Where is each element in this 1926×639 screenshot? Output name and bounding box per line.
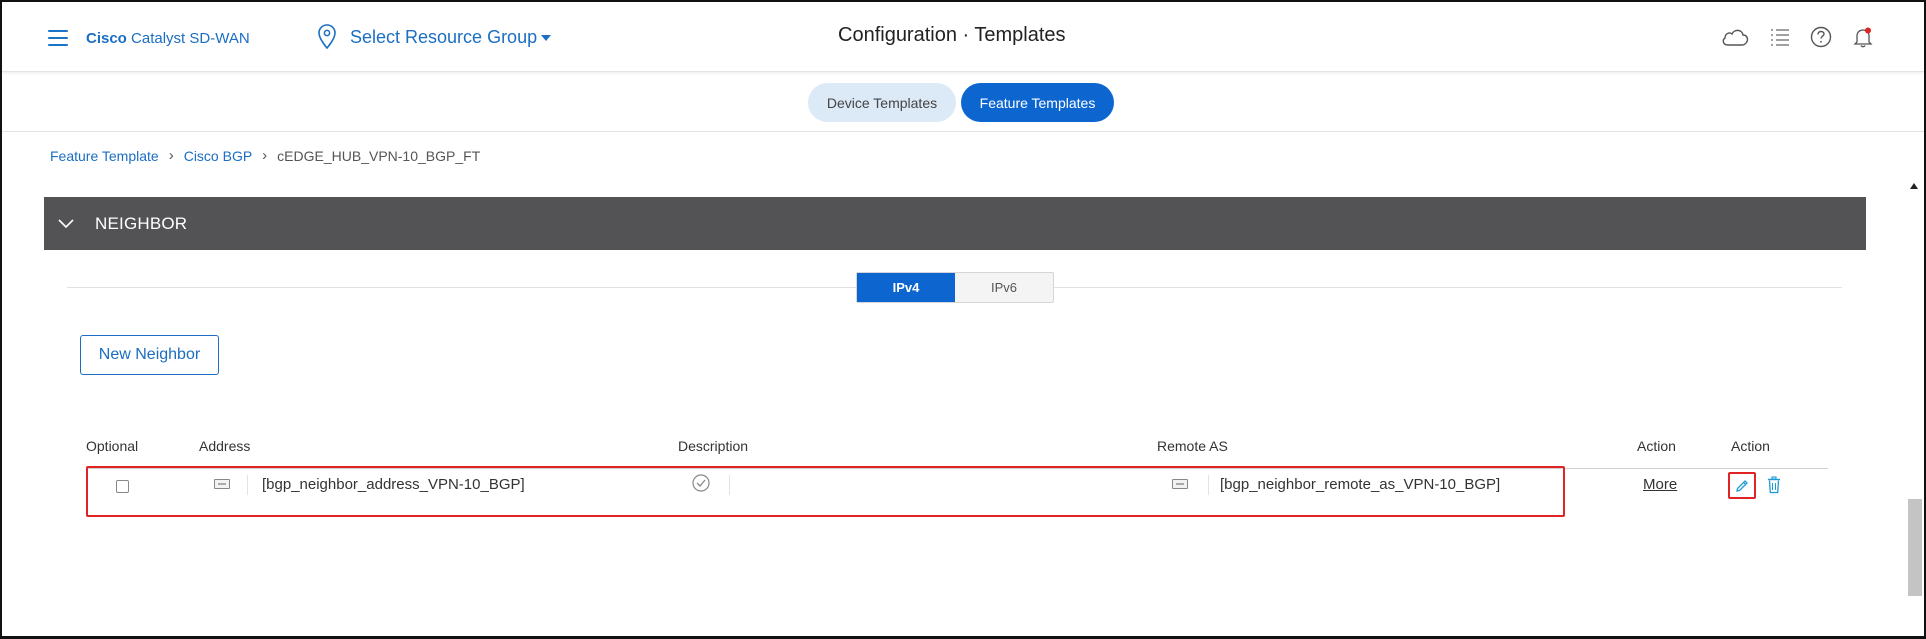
breadcrumb-cisco-bgp[interactable]: Cisco BGP [184, 148, 252, 164]
column-header-remote-as: Remote AS [1157, 438, 1228, 454]
column-header-action-icons: Action [1731, 438, 1770, 454]
remote-as-value: [bgp_neighbor_remote_as_VPN-10_BGP] [1220, 476, 1501, 493]
vertical-scrollbar[interactable] [1906, 183, 1922, 636]
chevron-right-icon: › [168, 147, 174, 164]
ipv6-toggle-button[interactable]: IPv6 [955, 273, 1053, 302]
section-title: NEIGHBOR [95, 213, 188, 233]
bell-icon[interactable] [1852, 26, 1874, 48]
neighbor-section-header[interactable]: NEIGHBOR [44, 197, 1866, 250]
more-link[interactable]: More [1643, 476, 1677, 493]
table-row: [bgp_neighbor_address_VPN-10_BGP] [bgp_n… [2, 468, 1924, 514]
cell-divider [1208, 475, 1209, 495]
list-icon[interactable] [1770, 28, 1790, 46]
help-icon[interactable] [1810, 26, 1832, 48]
neighbor-table-header: Optional Address Description Remote AS A… [2, 438, 1924, 468]
brand-name-bold: Cisco [86, 30, 127, 47]
cloud-icon[interactable] [1720, 27, 1750, 47]
default-value-check-icon[interactable] [692, 474, 710, 492]
tab-feature-templates[interactable]: Feature Templates [961, 83, 1114, 122]
chevron-right-icon: › [262, 147, 268, 164]
caret-down-icon [541, 35, 552, 41]
cell-divider [247, 475, 248, 495]
device-specific-field-icon[interactable] [214, 479, 230, 489]
location-pin-icon [318, 24, 336, 50]
ipv4-toggle-button[interactable]: IPv4 [857, 273, 955, 302]
column-header-description: Description [678, 438, 749, 454]
breadcrumb-current: cEDGE_HUB_VPN-10_BGP_FT [277, 147, 481, 164]
resource-group-selector[interactable]: Select Resource Group [316, 22, 552, 52]
hamburger-menu-icon[interactable] [48, 30, 68, 46]
trash-icon[interactable] [1767, 476, 1781, 494]
optional-checkbox[interactable] [116, 480, 129, 493]
breadcrumb-feature-template[interactable]: Feature Template [50, 148, 159, 164]
ip-version-toggle: IPv4 IPv6 [856, 272, 1054, 303]
brand-name-rest: Catalyst SD-WAN [126, 30, 250, 47]
address-value: [bgp_neighbor_address_VPN-10_BGP] [262, 476, 525, 493]
cell-divider [729, 475, 730, 495]
device-specific-field-icon[interactable] [1172, 479, 1188, 489]
column-header-optional: Optional [86, 438, 139, 454]
scroll-up-arrow-icon[interactable] [1910, 183, 1918, 189]
breadcrumb: Feature Template › Cisco BGP › cEDGE_HUB… [50, 147, 480, 164]
app-window: Cisco Catalyst SD-WAN Select Resource Gr… [0, 0, 1926, 639]
scrollbar-thumb[interactable] [1908, 499, 1922, 596]
page-title: Configuration · Templates [838, 24, 1066, 46]
tabs-divider [2, 131, 1924, 132]
chevron-down-icon [58, 218, 74, 228]
edit-button[interactable] [1728, 472, 1756, 499]
notification-dot [1865, 27, 1871, 34]
new-neighbor-button[interactable]: New Neighbor [80, 335, 219, 375]
pencil-icon [1736, 479, 1748, 492]
tab-device-templates[interactable]: Device Templates [808, 83, 956, 122]
column-header-address: Address [199, 438, 251, 454]
template-tabs: Device Templates Feature Templates [808, 83, 1114, 122]
resource-group-label: Select Resource Group [350, 26, 538, 47]
brand-logo: Cisco Catalyst SD-WAN [86, 30, 250, 47]
top-header: Cisco Catalyst SD-WAN Select Resource Gr… [2, 2, 1924, 72]
header-actions [1720, 26, 1894, 48]
column-header-action: Action [1637, 438, 1676, 454]
